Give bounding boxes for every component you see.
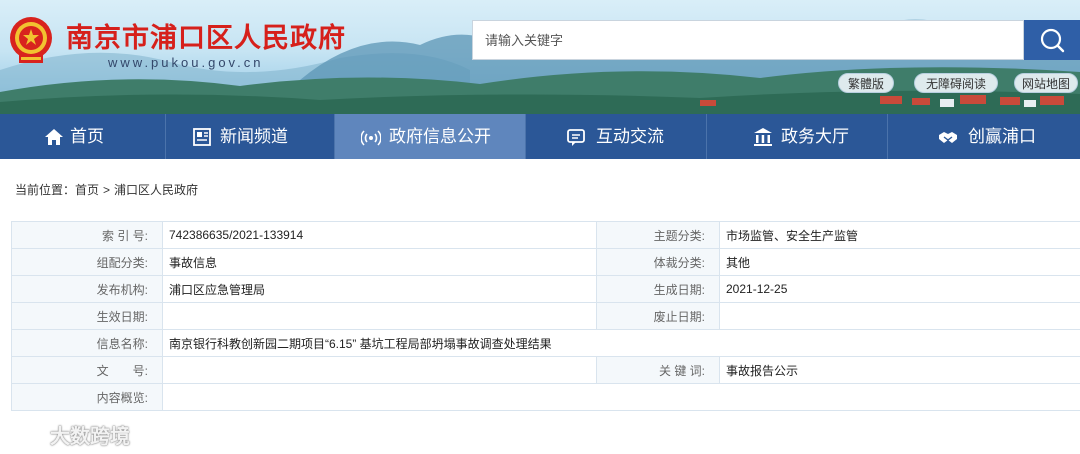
nav-item-label: 互动交流	[596, 127, 664, 146]
search-input[interactable]	[473, 21, 1023, 59]
summary-value	[162, 383, 1080, 411]
traditional-chinese-link[interactable]: 繁體版	[838, 73, 894, 93]
breadcrumb-current-link[interactable]: 浦口区人民政府	[114, 181, 198, 198]
nav-item-label: 创赢浦口	[968, 127, 1036, 146]
nav-item-label: 政府信息公开	[389, 127, 491, 146]
info-table: 索 引 号: 742386635/2021-133914 主题分类: 市场监管、…	[11, 221, 1080, 411]
info-name-value: 南京银行科教创新园二期项目“6.15” 基坑工程局部坍塌事故调查处理结果	[162, 329, 1080, 357]
expired-date-value	[719, 302, 1080, 330]
table-row: 内容概览:	[11, 383, 1080, 411]
nav-item-gov-info[interactable]: 政府信息公开	[335, 114, 525, 159]
created-date-value: 2021-12-25	[719, 275, 1080, 303]
org-category-label: 组配分类:	[11, 248, 163, 276]
table-row: 文 号: 关 键 词: 事故报告公示	[11, 356, 1080, 384]
table-row: 信息名称: 南京银行科教创新园二期项目“6.15” 基坑工程局部坍塌事故调查处理…	[11, 329, 1080, 357]
table-row: 组配分类: 事故信息 体裁分类: 其他	[11, 248, 1080, 276]
nav-item-interaction[interactable]: 互动交流	[526, 114, 706, 159]
handshake-icon	[939, 132, 957, 143]
sitemap-link[interactable]: 网站地图	[1014, 73, 1078, 93]
topic-value: 市场监管、安全生产监管	[719, 221, 1080, 249]
breadcrumb: 当前位置：首页 > 浦口区人民政府	[15, 181, 198, 198]
doc-number-label: 文 号:	[11, 356, 163, 384]
publisher-value: 浦口区应急管理局	[162, 275, 597, 303]
broadcast-icon	[361, 130, 381, 146]
site-title: 南京市浦口区人民政府	[66, 23, 346, 54]
effective-date-label: 生效日期:	[11, 302, 163, 330]
nav-item-pukou[interactable]: 创赢浦口	[888, 114, 1080, 159]
nav-item-label: 新闻频道	[220, 127, 288, 146]
nav-item-label: 首页	[70, 127, 104, 146]
nav-item-home[interactable]: 首页	[0, 114, 165, 159]
org-category-value: 事故信息	[162, 248, 597, 276]
keywords-label: 关 键 词:	[596, 356, 720, 384]
nav-item-service-hall[interactable]: 政务大厅	[707, 114, 887, 159]
table-row: 索 引 号: 742386635/2021-133914 主题分类: 市场监管、…	[11, 221, 1080, 249]
doc-number-value	[162, 356, 597, 384]
table-row: 发布机构: 浦口区应急管理局 生成日期: 2021-12-25	[11, 275, 1080, 303]
site-url: www.pukou.gov.cn	[108, 55, 264, 70]
search-box	[472, 20, 1024, 60]
genre-value: 其他	[719, 248, 1080, 276]
effective-date-value	[162, 302, 597, 330]
home-icon	[45, 129, 63, 145]
search-icon	[1040, 28, 1065, 53]
watermark-logo-icon	[9, 425, 47, 445]
newspaper-icon	[193, 128, 211, 146]
index-value: 742386635/2021-133914	[162, 221, 597, 249]
breadcrumb-prefix: 当前位置：	[15, 183, 76, 197]
index-label: 索 引 号:	[11, 221, 163, 249]
topic-label: 主题分类:	[596, 221, 720, 249]
created-date-label: 生成日期:	[596, 275, 720, 303]
genre-label: 体裁分类:	[596, 248, 720, 276]
nav-item-news[interactable]: 新闻频道	[166, 114, 334, 159]
accessibility-link[interactable]: 无障碍阅读	[914, 73, 998, 93]
search-button[interactable]	[1024, 20, 1080, 60]
keywords-value: 事故报告公示	[719, 356, 1080, 384]
expired-date-label: 废止日期:	[596, 302, 720, 330]
national-emblem-icon	[10, 17, 52, 63]
info-name-label: 信息名称:	[11, 329, 163, 357]
summary-label: 内容概览:	[11, 383, 163, 411]
table-row: 生效日期: 废止日期:	[11, 302, 1080, 330]
site-header: 南京市浦口区人民政府 www.pukou.gov.cn 繁體版 无障碍阅读 网站…	[0, 0, 1080, 114]
watermark-text: 大数跨境	[50, 426, 130, 448]
publisher-label: 发布机构:	[11, 275, 163, 303]
breadcrumb-separator: >	[103, 183, 111, 197]
breadcrumb-home-link[interactable]: 首页	[75, 181, 99, 198]
nav-item-label: 政务大厅	[781, 127, 849, 146]
building-icon	[754, 128, 772, 146]
main-nav: 首页 新闻频道 政府信息公开 互动交流 政务大厅 创赢浦口	[0, 114, 1080, 159]
chat-icon	[567, 129, 585, 146]
